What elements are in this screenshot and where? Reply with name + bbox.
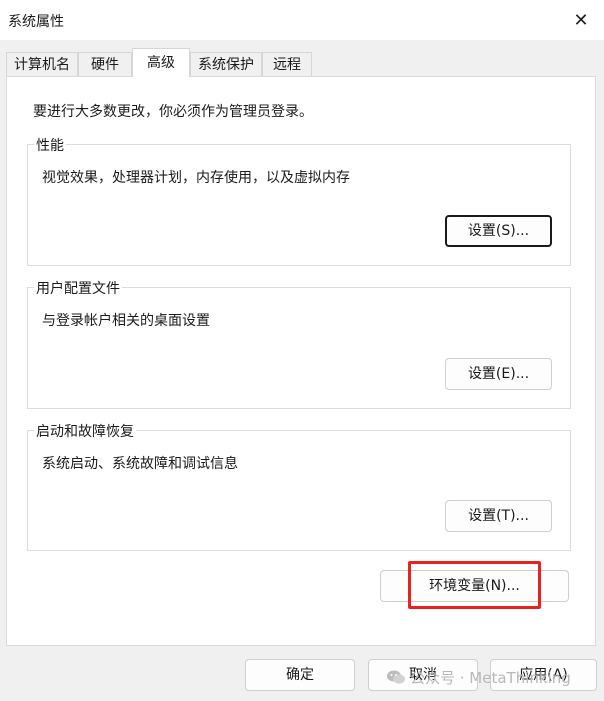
- admin-note: 要进行大多数更改，你必须作为管理员登录。: [33, 104, 313, 120]
- ok-button[interactable]: 确定: [245, 659, 355, 691]
- wechat-icon: [387, 670, 405, 684]
- watermark: 公众号 · MetaThinking: [386, 664, 571, 690]
- tab-advanced[interactable]: 高级: [132, 48, 190, 77]
- startup-recovery-settings-button[interactable]: 设置(T)...: [445, 500, 552, 532]
- startup-recovery-description: 系统启动、系统故障和调试信息: [42, 456, 238, 472]
- watermark-text: 公众号 · MetaThinking: [410, 668, 571, 687]
- environment-variables-button[interactable]: 环境变量(N)...: [380, 570, 569, 602]
- performance-group: 性能 视觉效果，处理器计划，内存使用，以及虚拟内存: [27, 135, 571, 266]
- title-bar: 系统属性 ✕: [0, 0, 604, 40]
- performance-description: 视觉效果，处理器计划，内存使用，以及虚拟内存: [42, 170, 350, 186]
- user-profiles-settings-button[interactable]: 设置(E)...: [445, 358, 552, 390]
- user-profiles-group: 用户配置文件 与登录帐户相关的桌面设置: [27, 278, 571, 409]
- tab-system-protection[interactable]: 系统保护: [190, 52, 262, 76]
- window-title: 系统属性: [8, 14, 64, 30]
- tab-hardware[interactable]: 硬件: [78, 52, 132, 76]
- user-profiles-description: 与登录帐户相关的桌面设置: [42, 313, 210, 329]
- close-icon[interactable]: ✕: [558, 0, 604, 40]
- startup-recovery-group-label: 启动和故障恢复: [34, 421, 136, 441]
- startup-recovery-group: 启动和故障恢复 系统启动、系统故障和调试信息: [27, 421, 571, 551]
- performance-settings-button[interactable]: 设置(S)...: [445, 215, 552, 247]
- user-profiles-group-label: 用户配置文件: [34, 278, 122, 298]
- tab-computer-name[interactable]: 计算机名: [6, 52, 78, 76]
- performance-group-label: 性能: [34, 135, 66, 155]
- tab-remote[interactable]: 远程: [262, 52, 312, 76]
